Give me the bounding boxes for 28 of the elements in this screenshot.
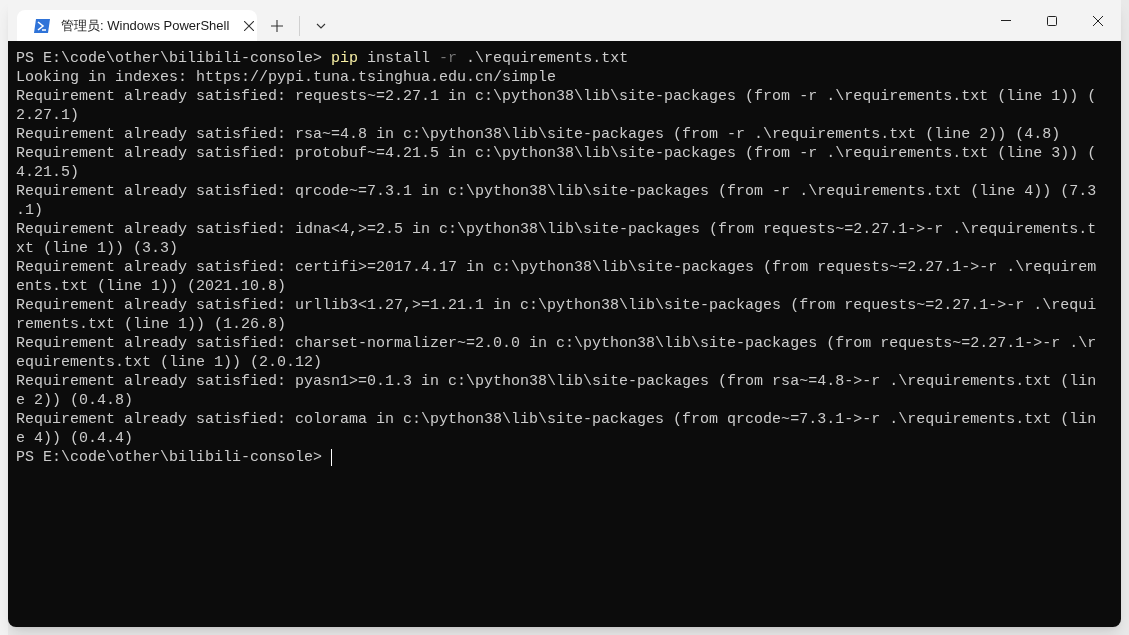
output-text: e 2)) (0.4.8): [16, 391, 134, 410]
output-text: 4.21.5): [16, 163, 79, 182]
output-text: Requirement already satisfied: idna<4,>=2.5 in c:\python38\lib\site-packages (from requests~=2.27.1->-r .\requirements.t: [16, 220, 1097, 239]
output-text: Requirement already satisfied: rsa~=4.8 in c:\python38\lib\site-packages (from -r .\requirements.txt (line 2)) (4.8): [16, 125, 1061, 144]
tab-title: 管理员: Windows PowerShell: [61, 16, 230, 35]
output-text: Requirement already satisfied: requests~=2.27.1 in c:\python38\lib\site-packages (from -r .\requirements.txt (line 1)) (: [16, 87, 1097, 106]
command-text: pip: [331, 49, 359, 68]
output-text: equirements.txt (line 1)) (2.0.12): [16, 353, 323, 372]
prompt-text: PS E:\code\other\bilibili-console>: [16, 49, 324, 68]
output-text: Requirement already satisfied: certifi>=2017.4.17 in c:\python38\lib\site-packages (from requests~=2.27.1->-r .\requirem: [16, 258, 1097, 277]
output-text: Requirement already satisfied: urllib3<1.27,>=1.21.1 in c:\python38\lib\site-packages (from requests~=2.27.1->-r .\requi: [16, 296, 1097, 315]
output-text: e 4)) (0.4.4): [16, 429, 134, 448]
output-text: Requirement already satisfied: charset-normalizer~=2.0.0 in c:\python38\lib\site-packages (from requests~=2.27.1->-r .\r: [16, 334, 1097, 353]
output-text: Requirement already satisfied: qrcode~=7.3.1 in c:\python38\lib\site-packages (from -r .\requirements.txt (line 4)) (7.3: [16, 182, 1097, 201]
output-text: .1): [16, 201, 43, 220]
prompt-text: PS E:\code\other\bilibili-console>: [16, 448, 324, 467]
output-text: rements.txt (line 1)) (1.26.8): [16, 315, 287, 334]
parameter-text: -r: [439, 49, 458, 68]
output-text: ents.txt (line 1)) (2021.10.8): [16, 277, 287, 296]
terminal-tab[interactable]: 管理员: Windows PowerShell: [17, 10, 257, 41]
output-text: Requirement already satisfied: protobuf~=4.21.5 in c:\python38\lib\site-packages (from -r .\requirements.txt (line 3)) (: [16, 144, 1097, 163]
output-text: .\requirements.txt: [465, 49, 629, 68]
output-text: Requirement already satisfied: colorama in c:\python38\lib\site-packages (from qrcode~=7.3.1->-r .\requirements.txt (lin: [16, 410, 1097, 429]
output-text: 2.27.1): [16, 106, 79, 125]
output-text: Requirement already satisfied: pyasn1>=0.1.3 in c:\python38\lib\site-packages (from rsa~=4.8->-r .\requirements.txt (lin: [16, 372, 1097, 391]
output-text: Looking in indexes: https://pypi.tuna.tsinghua.edu.cn/simple: [16, 68, 557, 87]
output-text: xt (line 1)) (3.3): [16, 239, 179, 258]
output-text: install: [366, 49, 432, 68]
